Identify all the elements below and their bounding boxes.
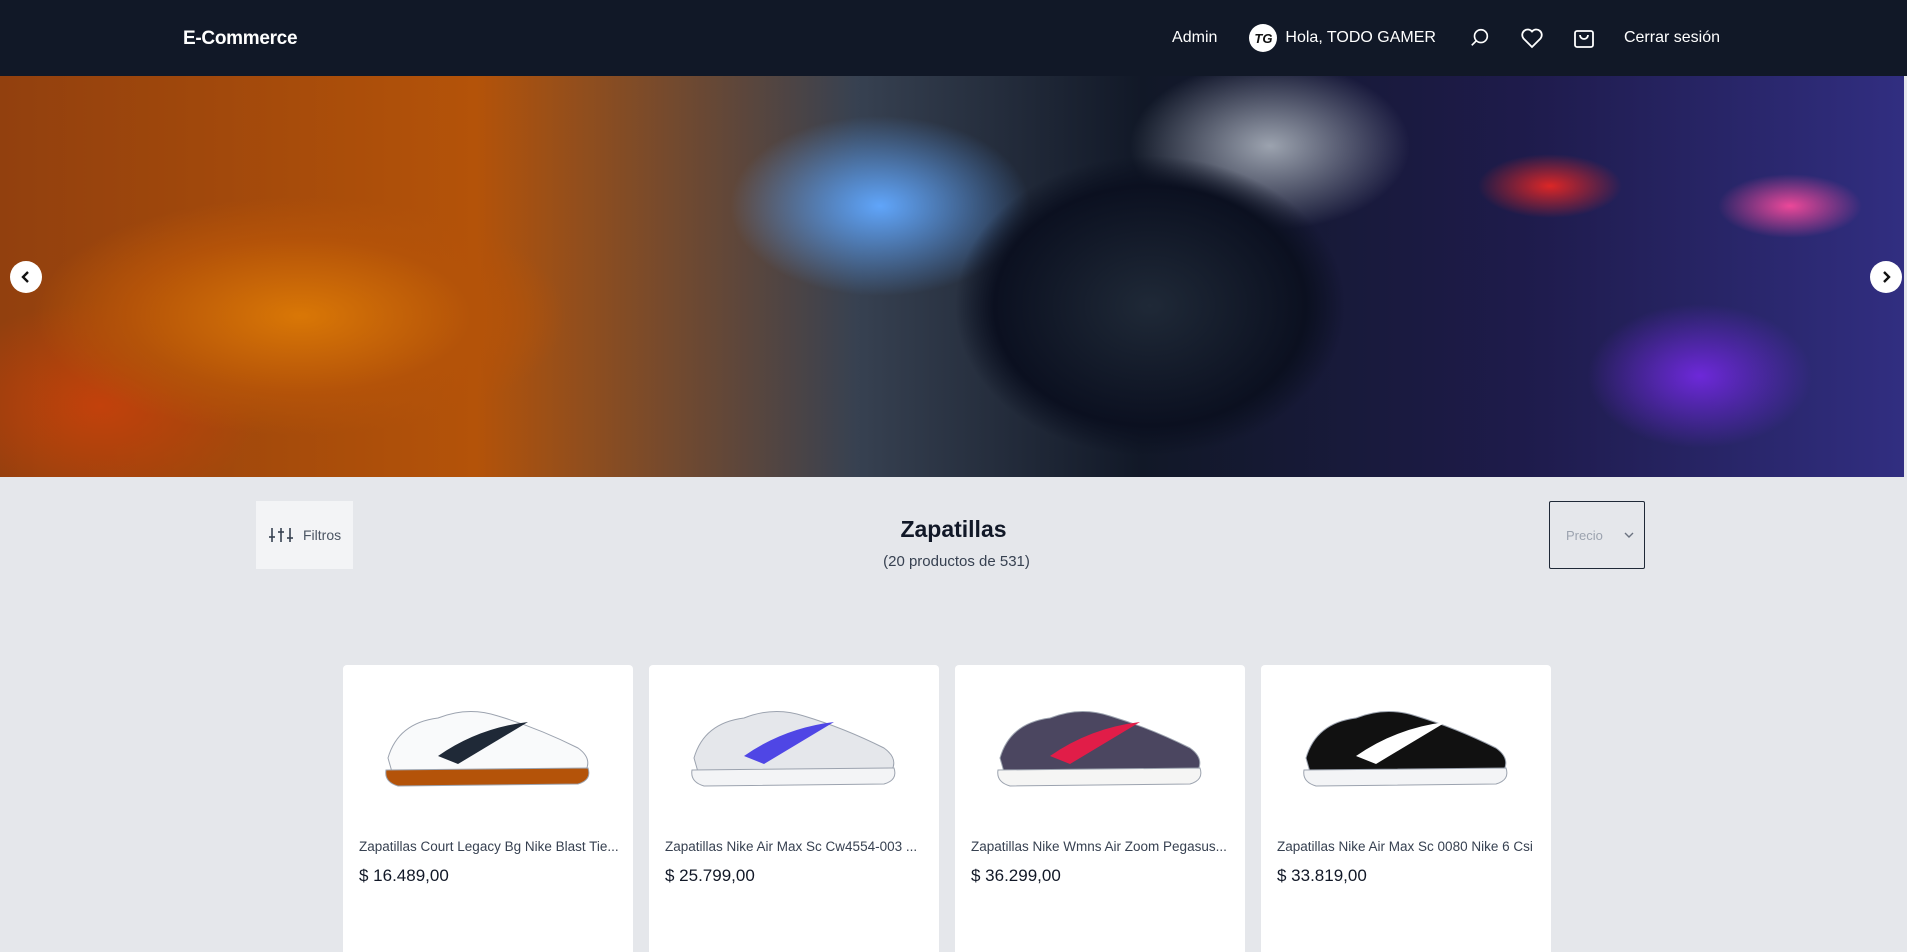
brand-logo[interactable]: E-Commerce: [183, 28, 298, 50]
user-menu[interactable]: TG Hola, TODO GAMER: [1249, 24, 1436, 52]
admin-link[interactable]: Admin: [1172, 29, 1217, 47]
product-price: $ 36.299,00: [971, 866, 1061, 885]
top-navbar: E-Commerce Admin TG Hola, TODO GAMER Cer…: [0, 0, 1907, 76]
product-name: Zapatillas Nike Wmns Air Zoom Pegasus...: [971, 839, 1227, 854]
product-image: [663, 683, 925, 803]
product-card[interactable]: Zapatillas Nike Air Max Sc 0080 Nike 6 C…: [1261, 665, 1551, 952]
carousel-prev-button[interactable]: [10, 261, 42, 293]
product-image: [969, 683, 1231, 803]
product-name: Zapatillas Court Legacy Bg Nike Blast Ti…: [359, 839, 619, 854]
product-card[interactable]: Zapatillas Nike Wmns Air Zoom Pegasus...…: [955, 665, 1245, 952]
product-card[interactable]: Zapatillas Court Legacy Bg Nike Blast Ti…: [343, 665, 633, 952]
product-image: [1275, 683, 1537, 803]
search-icon[interactable]: [1468, 26, 1492, 50]
avatar: TG: [1249, 24, 1278, 52]
product-price: $ 33.819,00: [1277, 866, 1367, 885]
sort-select[interactable]: Precio: [1549, 501, 1645, 569]
chevron-down-icon: [1624, 532, 1634, 538]
product-price: $ 25.799,00: [665, 866, 755, 885]
logout-link[interactable]: Cerrar sesión: [1624, 29, 1720, 47]
shopping-bag-icon[interactable]: [1572, 26, 1596, 50]
heart-icon[interactable]: [1520, 26, 1544, 50]
sort-select-label: Precio: [1566, 527, 1603, 543]
product-grid: Zapatillas Court Legacy Bg Nike Blast Ti…: [343, 665, 1551, 952]
product-name: Zapatillas Nike Air Max Sc 0080 Nike 6 C…: [1277, 839, 1533, 854]
product-card[interactable]: Zapatillas Nike Air Max Sc Cw4554-003 ..…: [649, 665, 939, 952]
nav-actions: Admin TG Hola, TODO GAMER Cerrar sesión: [1172, 0, 1720, 76]
product-name: Zapatillas Nike Air Max Sc Cw4554-003 ..…: [665, 839, 918, 854]
product-price: $ 16.489,00: [359, 866, 449, 885]
product-image: [357, 683, 619, 803]
hero-banner: [0, 76, 1904, 477]
carousel-next-button[interactable]: [1870, 261, 1902, 293]
user-greeting: Hola, TODO GAMER: [1285, 29, 1436, 46]
